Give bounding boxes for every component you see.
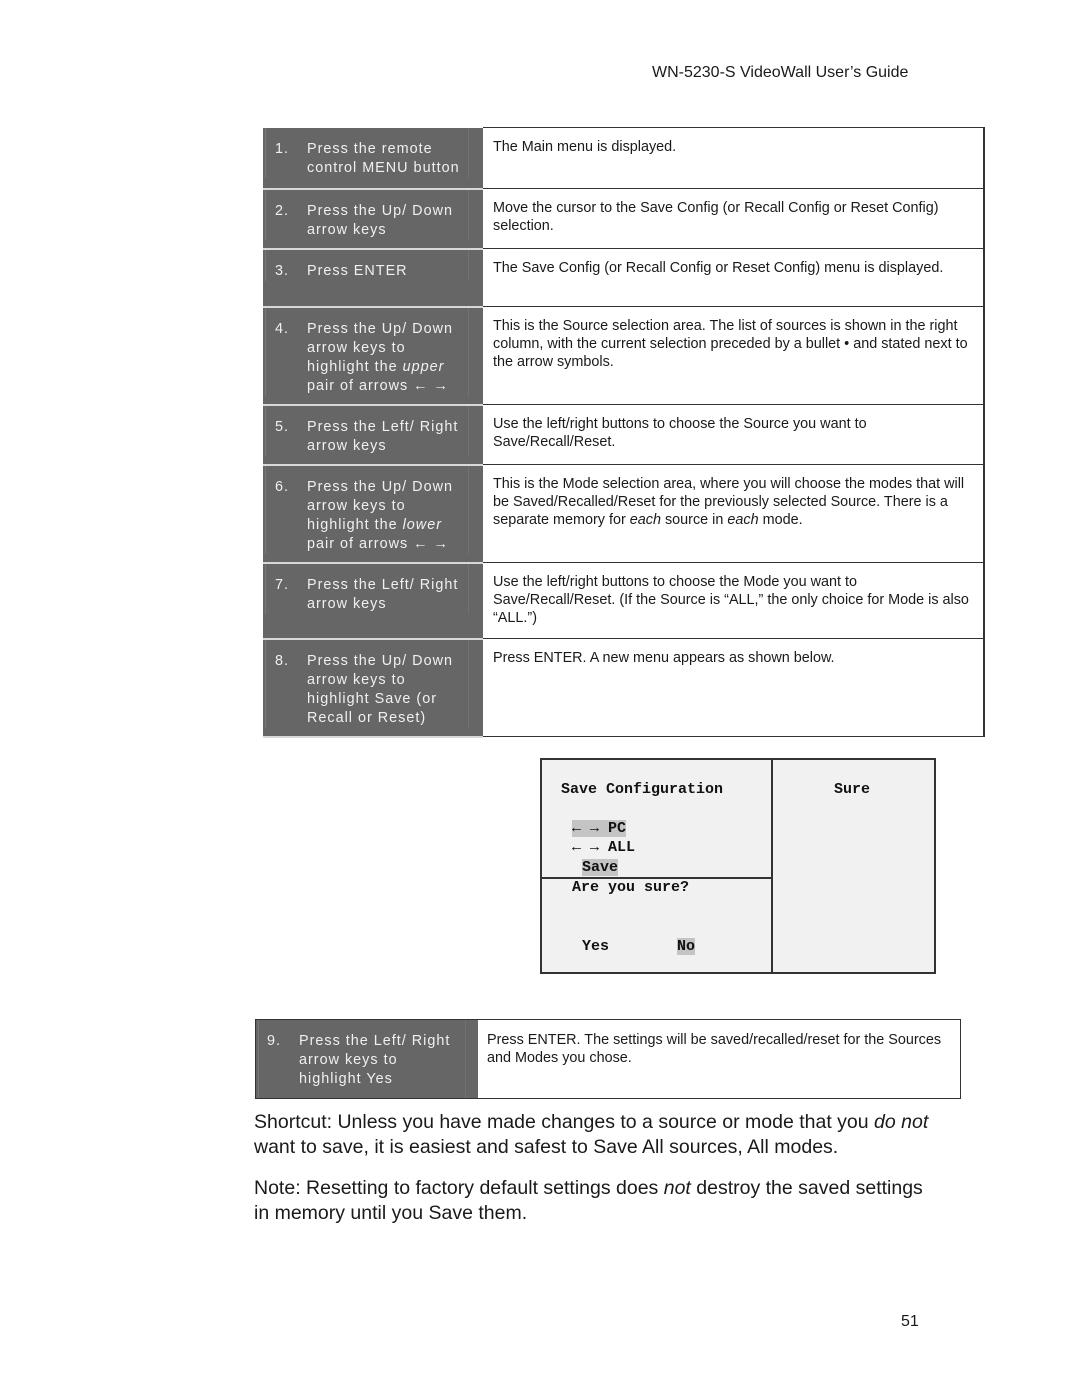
step-row: 1. Press the remote control MENU button T…	[263, 127, 985, 190]
step-number: 5.	[275, 418, 290, 435]
step-row: 7. Press the Left/ Right arrow keys Use t…	[263, 562, 985, 640]
steps-table: 1. Press the remote control MENU button T…	[263, 127, 985, 738]
step-action: Press the Up/ Down arrow keys to highlig…	[307, 478, 453, 552]
step-row: 4. Press the Up/ Down arrow keys to highl…	[263, 306, 985, 406]
osd-right-title: Sure	[834, 781, 871, 798]
step-row: 5. Press the Left/ Right arrow keys Use t…	[263, 404, 985, 466]
step-number: 8.	[275, 652, 290, 669]
step-number: 7.	[275, 576, 290, 593]
step-result: Use the left/right buttons to choose the…	[483, 404, 985, 465]
step-row: 3. Press ENTER The Save Config (or Recall…	[263, 248, 985, 308]
page-number: 51	[901, 1313, 919, 1330]
osd-source-selector[interactable]: ← → PC	[572, 820, 627, 837]
step-row: 2. Press the Up/ Down arrow keys Move the…	[263, 188, 985, 250]
step-result: Press ENTER. The settings will be saved/…	[487, 1032, 942, 1066]
step-action: Press the Up/ Down arrow keys to highlig…	[307, 320, 453, 394]
step-result: Use the left/right buttons to choose the…	[483, 562, 985, 639]
step-result: Press ENTER. A new menu appears as shown…	[483, 638, 985, 737]
step-action: Press the Up/ Down arrow keys to highlig…	[307, 652, 453, 726]
step-action: Press the Up/ Down arrow keys	[307, 202, 453, 238]
step-number: 4.	[275, 320, 290, 337]
step-number: 9.	[267, 1033, 282, 1049]
step-result: The Main menu is displayed.	[483, 127, 985, 189]
step-result: The Save Config (or Recall Config or Res…	[483, 248, 985, 307]
step-number: 2.	[275, 202, 290, 219]
osd-action-save[interactable]: Save	[582, 859, 619, 876]
osd-divider-vertical	[771, 760, 773, 972]
page-header-title: WN-5230-S VideoWall User’s Guide	[652, 64, 909, 81]
osd-save-configuration-menu: Save Configuration Sure ← → PC ← → ALL S…	[540, 758, 936, 974]
step-result: This is the Mode selection area, where y…	[483, 464, 985, 563]
step-number: 6.	[275, 478, 290, 495]
osd-no-option[interactable]: No	[677, 938, 696, 955]
step-action: Press the Left/ Right arrow keys	[307, 418, 459, 454]
step-action: Press the Left/ Right arrow keys to high…	[299, 1033, 451, 1087]
step-row: 9. Press the Left/ Right arrow keys to h…	[255, 1019, 961, 1099]
step-action: Press the Left/ Right arrow keys	[307, 576, 459, 612]
step-row: 6. Press the Up/ Down arrow keys to highl…	[263, 464, 985, 564]
shortcut-paragraph: Shortcut: Unless you have made changes t…	[254, 1111, 929, 1158]
step-result: This is the Source selection area. The l…	[483, 306, 985, 405]
osd-title: Save Configuration	[561, 781, 724, 798]
note-paragraph: Note: Resetting to factory default setti…	[254, 1177, 923, 1224]
osd-yes-option[interactable]: Yes	[582, 938, 609, 955]
osd-mode-selector[interactable]: ← → ALL	[572, 839, 635, 856]
step-number: 3.	[275, 262, 290, 279]
osd-question: Are you sure?	[572, 879, 690, 896]
step-action: Press the remote control MENU button	[307, 140, 460, 176]
step-number: 1.	[275, 140, 290, 157]
step-result: Move the cursor to the Save Config (or R…	[483, 188, 985, 249]
step-row: 8. Press the Up/ Down arrow keys to highl…	[263, 638, 985, 738]
step-action: Press ENTER	[307, 262, 408, 279]
